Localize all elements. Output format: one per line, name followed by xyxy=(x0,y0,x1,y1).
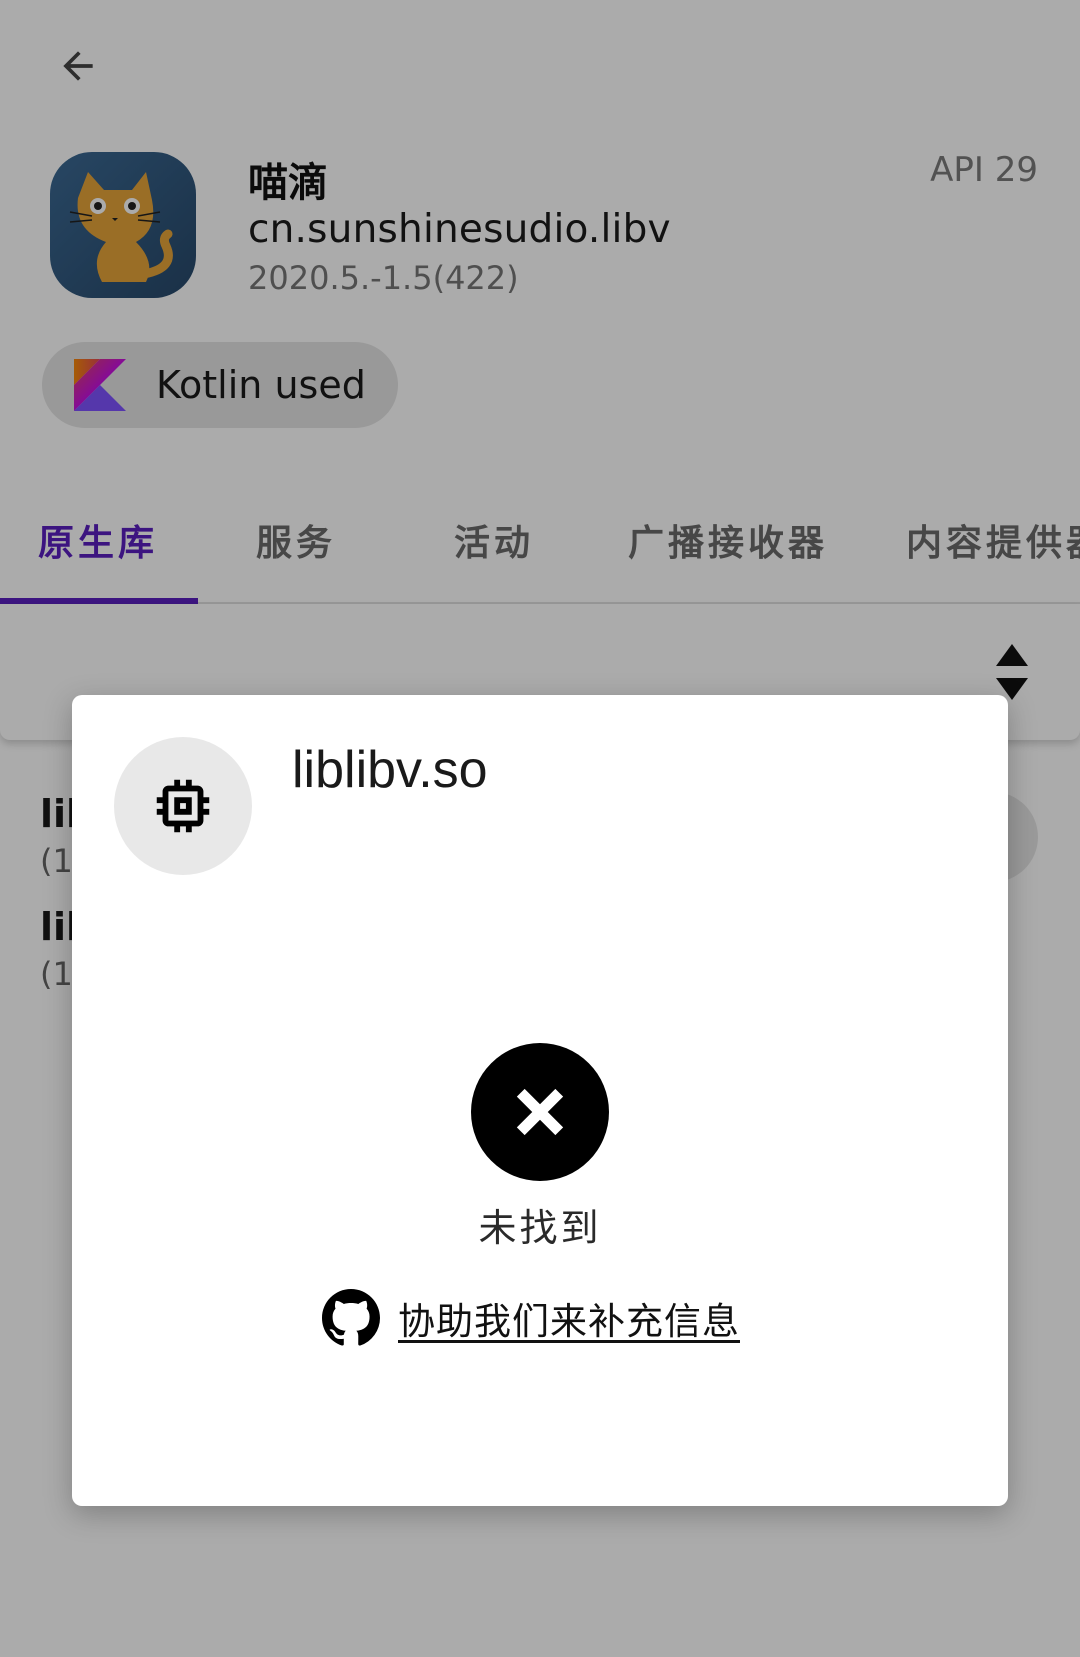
not-found-label: 未找到 xyxy=(478,1206,602,1250)
library-detail-dialog: liblibv.so 未找到 协助我们来补充信息 xyxy=(72,695,1008,1506)
github-icon xyxy=(322,1289,380,1346)
chip-icon xyxy=(156,779,210,833)
not-found-badge xyxy=(471,1043,609,1181)
help-contribute-link[interactable]: 协助我们来补充信息 xyxy=(322,1288,740,1348)
dialog-title: liblibv.so xyxy=(292,741,488,799)
close-icon xyxy=(516,1088,564,1136)
help-link-text[interactable]: 协助我们来补充信息 xyxy=(398,1291,740,1345)
library-icon-badge xyxy=(114,737,252,875)
